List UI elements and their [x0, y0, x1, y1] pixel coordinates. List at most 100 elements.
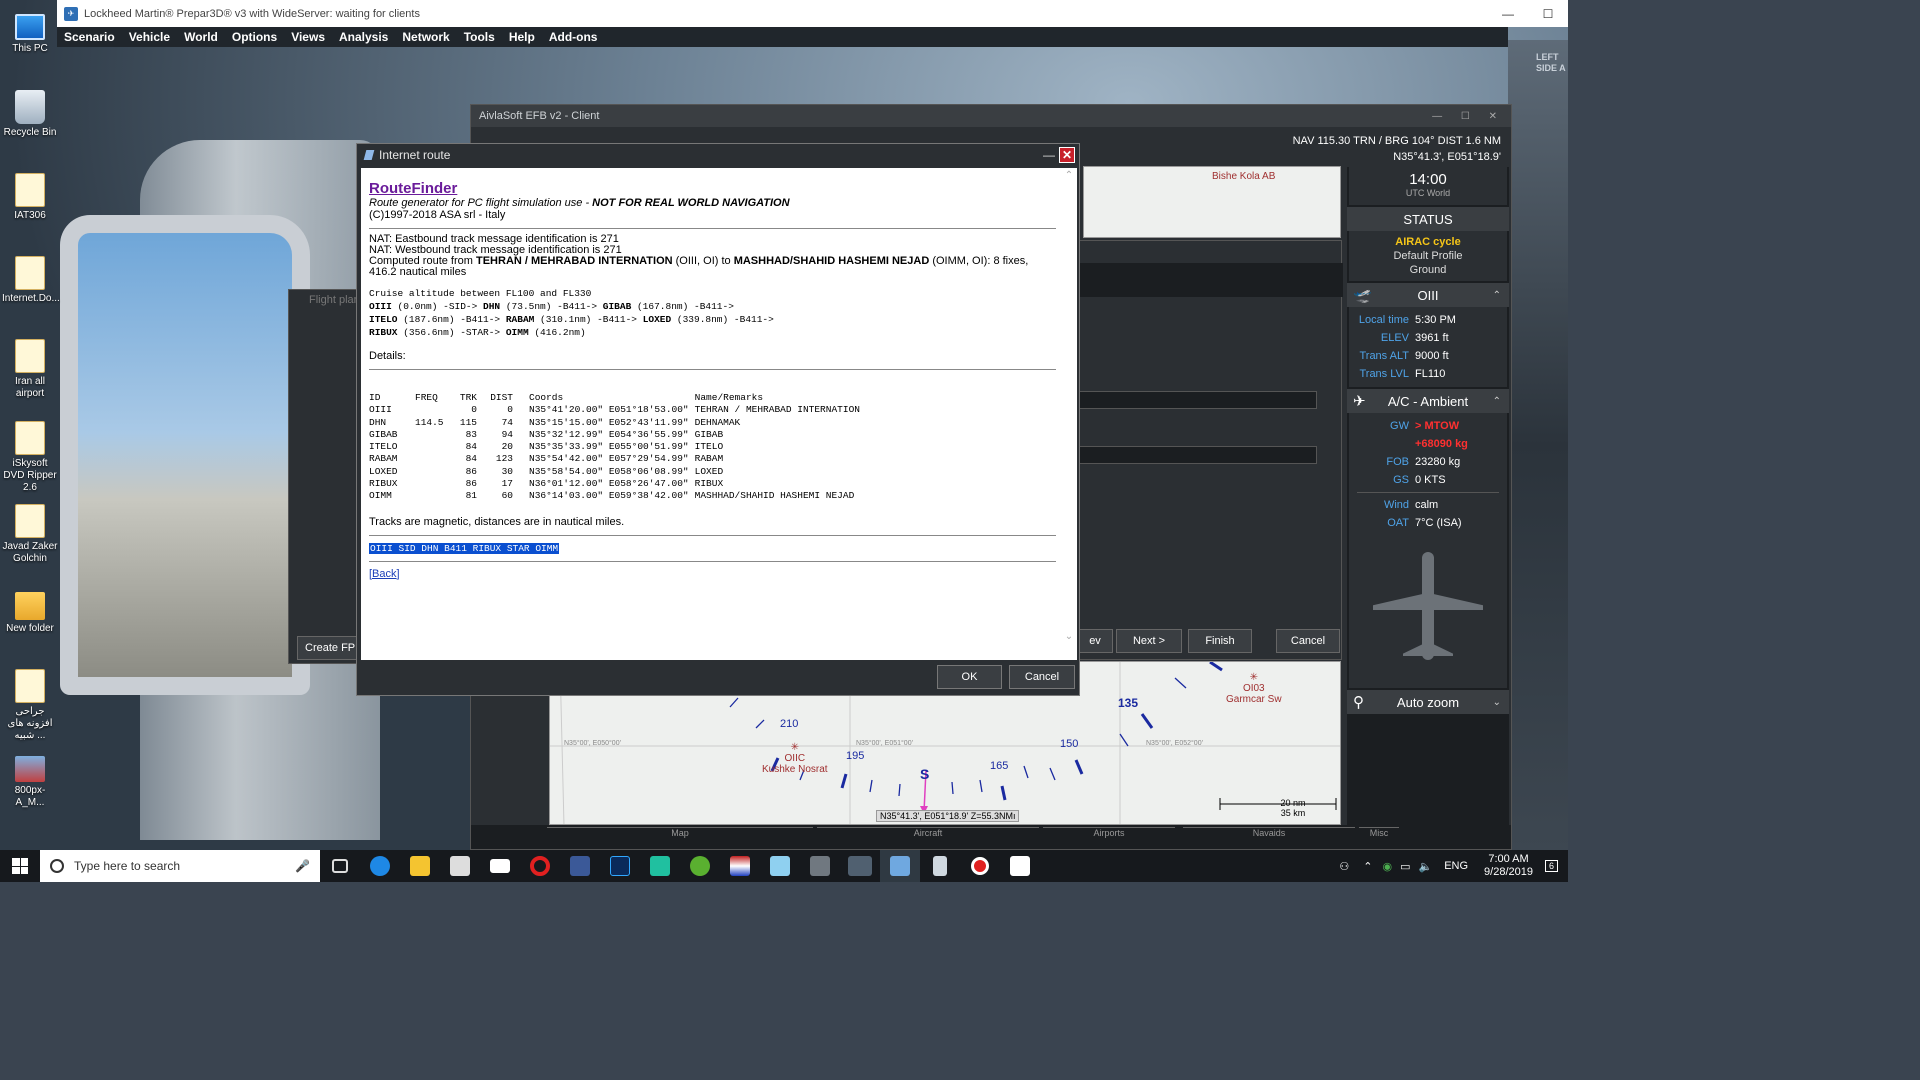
wizard-field-2[interactable] — [1077, 446, 1317, 464]
record-icon[interactable] — [960, 850, 1000, 882]
fix-cell: ITELO — [694, 441, 724, 453]
airplane-icon: ✈ — [1353, 393, 1366, 410]
desktop-icon-iat306[interactable]: IAT306 — [2, 173, 58, 222]
fix-cell: N35°54'42.00" E057°29'54.99" — [529, 453, 689, 465]
fix-table: ID FREQ TRK DIST Coords Name/Remarks OII… — [369, 392, 860, 503]
efb-title-bar: AivlaSoft EFB v2 - Client — ☐ ✕ — [471, 105, 1511, 127]
photos-icon[interactable] — [1000, 850, 1040, 882]
divider — [369, 369, 1056, 370]
cancel-button[interactable]: Cancel — [1009, 665, 1075, 689]
utorrent-icon[interactable] — [680, 850, 720, 882]
desktop-icon-800px-image[interactable]: 800px-A_M... — [2, 756, 58, 809]
fix-cell: 83 — [465, 428, 477, 440]
status-header[interactable]: STATUS — [1347, 207, 1509, 231]
desktop-icon-javad-zaker[interactable]: Javad Zaker Golchin — [2, 504, 58, 565]
fix-cell — [415, 466, 449, 478]
desktop-icon-recycle-bin[interactable]: Recycle Bin — [2, 90, 58, 139]
dialog-close-button[interactable]: ✕ — [1059, 147, 1075, 163]
desktop-icon-iskysoft[interactable]: iSkysoft DVD Ripper 2.6 — [2, 421, 58, 494]
desktop-icon-internet-do[interactable]: Internet.Do... — [2, 256, 60, 305]
ok-button[interactable]: OK — [937, 665, 1002, 689]
efb-map-top-fragment[interactable]: Bishe Kola AB — [1083, 166, 1341, 238]
microphone-icon[interactable]: 🎤 — [295, 859, 310, 873]
fix-cell: RABAM — [694, 453, 724, 465]
start-button[interactable] — [0, 850, 40, 882]
cockpit-right-panel — [1508, 40, 1568, 850]
desktop-icon-iran-all-airport[interactable]: Iran all airport — [2, 339, 58, 400]
menu-add-ons[interactable]: Add-ons — [549, 30, 598, 44]
wizard-next-button[interactable]: Next > — [1116, 629, 1182, 653]
chevron-down-icon: ⌄ — [1492, 696, 1501, 708]
edge-icon[interactable] — [360, 850, 400, 882]
fix-cell: OIII — [369, 404, 392, 416]
facebook-icon[interactable] — [560, 850, 600, 882]
routefinder-link[interactable]: RouteFinder — [369, 180, 1069, 197]
taskbar-clock[interactable]: 7:00 AM 9/28/2019 — [1476, 853, 1541, 879]
desktop-icon-new-folder[interactable]: New folder — [2, 586, 58, 635]
notifications-icon[interactable]: 6 — [1544, 860, 1558, 872]
menu-options[interactable]: Options — [232, 30, 277, 44]
map-airport-oiic[interactable]: ✳ OIIC Kushke Nosrat — [762, 742, 828, 775]
wizard-finish-button[interactable]: Finish — [1188, 629, 1252, 653]
route-string-selected[interactable]: OIII SID DHN B411 RIBUX STAR OIMM — [369, 542, 560, 554]
efb-app-icon[interactable] — [800, 850, 840, 882]
menu-network[interactable]: Network — [402, 30, 449, 44]
menu-vehicle[interactable]: Vehicle — [129, 30, 170, 44]
efb-title: AivlaSoft EFB v2 - Client — [479, 110, 600, 122]
fix-cell: GIBAB — [369, 428, 398, 440]
taskbar-search-box[interactable]: Type here to search 🎤 — [40, 850, 320, 882]
map-airport-oi03[interactable]: ✳ OI03 Garmcar Sw — [1226, 672, 1282, 705]
notepad-app-icon[interactable] — [760, 850, 800, 882]
file-explorer-icon[interactable] — [400, 850, 440, 882]
wizard-cancel-button[interactable]: Cancel — [1276, 629, 1340, 653]
map-grid-label-2: N35°00', E051°00' — [856, 740, 913, 747]
volume-icon[interactable]: 🔈 — [1419, 860, 1433, 873]
route-wizard-window — [1076, 240, 1343, 660]
menu-tools[interactable]: Tools — [464, 30, 495, 44]
fix-row: LOXED 86 30 N35°58'54.00" E058°06'08.99" LOX… — [369, 466, 860, 478]
back-link[interactable]: [Back] — [369, 568, 400, 580]
green-tray-icon[interactable]: ◉ — [1382, 860, 1392, 873]
language-indicator[interactable]: ENG — [1444, 860, 1468, 872]
windows-logo-icon — [12, 858, 28, 874]
task-view-icon[interactable] — [320, 850, 360, 882]
fix-cell: N36°01'12.00" E058°26'47.00" — [529, 478, 689, 490]
efb-bottom-toolbar: Map Aircraft Airports Navaids Misc — [471, 825, 1511, 849]
airport-header[interactable]: 🛫 OIII ⌃ — [1347, 283, 1509, 307]
desktop-icon-this-pc[interactable]: This PC — [2, 8, 58, 55]
fix-table-header: ID FREQ TRK DIST Coords Name/Remarks — [369, 392, 764, 403]
mail-icon[interactable] — [480, 850, 520, 882]
network-icon[interactable]: ▭ — [1400, 860, 1410, 873]
computed-route-distance: 416.2 nautical miles — [369, 266, 467, 278]
flight-app-icon[interactable] — [640, 850, 680, 882]
menu-scenario[interactable]: Scenario — [64, 30, 115, 44]
flag-app-icon[interactable] — [720, 850, 760, 882]
device-app-icon[interactable] — [920, 850, 960, 882]
aircraft-ambient-header[interactable]: ✈ A/C - Ambient ⌃ — [1347, 389, 1509, 413]
efb-client-taskbar-icon[interactable] — [880, 850, 920, 882]
wizard-field-1[interactable] — [1077, 391, 1317, 409]
menu-world[interactable]: World — [184, 30, 218, 44]
people-icon[interactable]: ⚇ — [1339, 860, 1349, 873]
content-scrollbar[interactable]: ⌃ ⌄ — [1063, 170, 1075, 656]
store-icon[interactable] — [440, 850, 480, 882]
minimize-button[interactable]: — — [1488, 7, 1528, 21]
efb-window-controls[interactable]: — ☐ ✕ — [1432, 111, 1511, 122]
fix-cell: ITELO — [369, 441, 398, 453]
opera-icon[interactable] — [520, 850, 560, 882]
menu-help[interactable]: Help — [509, 30, 535, 44]
menu-analysis[interactable]: Analysis — [339, 30, 388, 44]
show-hidden-icons-chevron[interactable]: ⌃ — [1363, 860, 1372, 873]
auto-zoom-selector[interactable]: ⚲ Auto zoom ⌄ — [1347, 690, 1509, 714]
dialog-minimize-button[interactable]: — — [1043, 148, 1055, 162]
maximize-button[interactable]: ☐ — [1528, 7, 1568, 21]
map-heading-165: 165 — [990, 760, 1009, 772]
fix-cell: 17 — [501, 478, 513, 490]
menu-views[interactable]: Views — [291, 30, 325, 44]
fix-cell: N36°14'03.00" E059°38'42.00" — [529, 490, 689, 502]
desktop-icon-persian-file[interactable]: جراحی افزونه های شبیه ... — [2, 669, 58, 742]
photoshop-icon[interactable] — [600, 850, 640, 882]
wizard-prev-button[interactable]: ev — [1077, 629, 1113, 653]
prepar3d-taskbar-icon[interactable] — [840, 850, 880, 882]
create-fpl-button[interactable]: Create FPL — [297, 636, 365, 660]
